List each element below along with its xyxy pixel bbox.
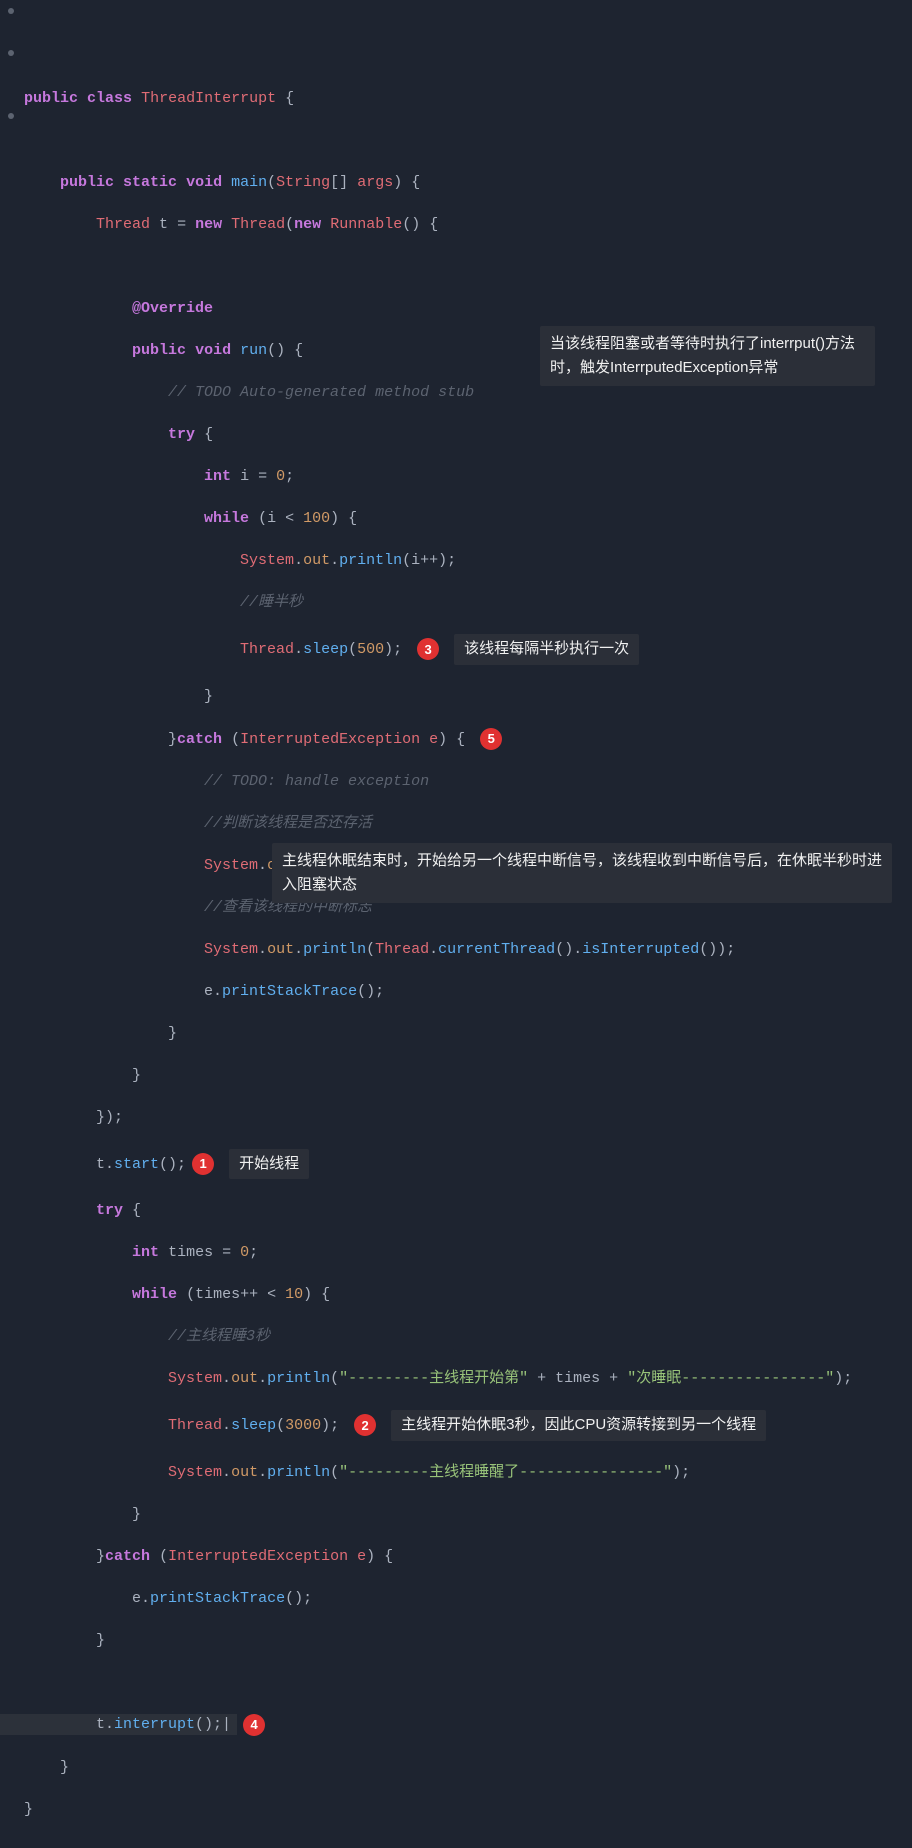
annotation-badge-3: 3 bbox=[417, 638, 439, 660]
code-line: while (times++ < 10) { bbox=[24, 1284, 912, 1305]
code-line: } bbox=[24, 1023, 912, 1044]
code-line: t.interrupt();|4 bbox=[24, 1714, 912, 1736]
code-line: @Override bbox=[24, 298, 912, 319]
annotation-badge-5: 5 bbox=[480, 728, 502, 750]
annotation-tooltip-5: 当该线程阻塞或者等待时执行了interrput()方法时，触发Interrput… bbox=[540, 326, 875, 386]
code-line: e.printStackTrace(); bbox=[24, 1588, 912, 1609]
code-line: } bbox=[24, 1757, 912, 1778]
annotation-badge-1: 1 bbox=[192, 1153, 214, 1175]
code-line: } bbox=[24, 1799, 912, 1820]
code-line bbox=[24, 256, 912, 277]
code-line: int i = 0; bbox=[24, 466, 912, 487]
code-line: //主线程睡3秒 bbox=[24, 1326, 912, 1347]
code-line: // TODO: handle exception bbox=[24, 771, 912, 792]
code-line: } bbox=[24, 1065, 912, 1086]
code-line: t.start();1 开始线程 bbox=[24, 1149, 912, 1180]
code-line: try { bbox=[24, 1200, 912, 1221]
code-line: Thread t = new Thread(new Runnable() { bbox=[24, 214, 912, 235]
code-line: //判断该线程是否还存活 bbox=[24, 813, 912, 834]
code-line: } bbox=[24, 1630, 912, 1651]
code-line: while (i < 100) { bbox=[24, 508, 912, 529]
code-line: }catch (InterruptedException e) { 5 bbox=[24, 728, 912, 750]
code-line bbox=[24, 1672, 912, 1693]
code-line: System.out.println("---------主线程睡醒了-----… bbox=[24, 1462, 912, 1483]
annotation-badge-2: 2 bbox=[354, 1414, 376, 1436]
code-line bbox=[24, 130, 912, 151]
code-line: e.printStackTrace(); bbox=[24, 981, 912, 1002]
code-line: System.out.println(Thread.currentThread(… bbox=[24, 939, 912, 960]
annotation-tooltip-2: 主线程开始休眠3秒，因此CPU资源转接到另一个线程 bbox=[391, 1410, 766, 1441]
annotation-tooltip-1: 开始线程 bbox=[229, 1149, 309, 1180]
code-line: } bbox=[24, 686, 912, 707]
code-line: } bbox=[24, 1504, 912, 1525]
code-line: public class ThreadInterrupt { bbox=[24, 88, 912, 109]
code-line: System.out.println("---------主线程开始第" + t… bbox=[24, 1368, 912, 1389]
annotation-tooltip-4: 主线程休眠结束时，开始给另一个线程中断信号，该线程收到中断信号后，在休眠半秒时进… bbox=[272, 843, 892, 903]
code-line: //睡半秒 bbox=[24, 592, 912, 613]
annotation-tooltip-3: 该线程每隔半秒执行一次 bbox=[454, 634, 639, 665]
code-line: public static void main(String[] args) { bbox=[24, 172, 912, 193]
code-line: Thread.sleep(3000); 2 主线程开始休眠3秒，因此CPU资源转… bbox=[24, 1410, 912, 1441]
code-line: Thread.sleep(500); 3 该线程每隔半秒执行一次 bbox=[24, 634, 912, 665]
code-line: int times = 0; bbox=[24, 1242, 912, 1263]
code-line: System.out.println(i++); bbox=[24, 550, 912, 571]
code-line: }); bbox=[24, 1107, 912, 1128]
annotation-badge-4: 4 bbox=[243, 1714, 265, 1736]
code-line: }catch (InterruptedException e) { bbox=[24, 1546, 912, 1567]
code-line: try { bbox=[24, 424, 912, 445]
